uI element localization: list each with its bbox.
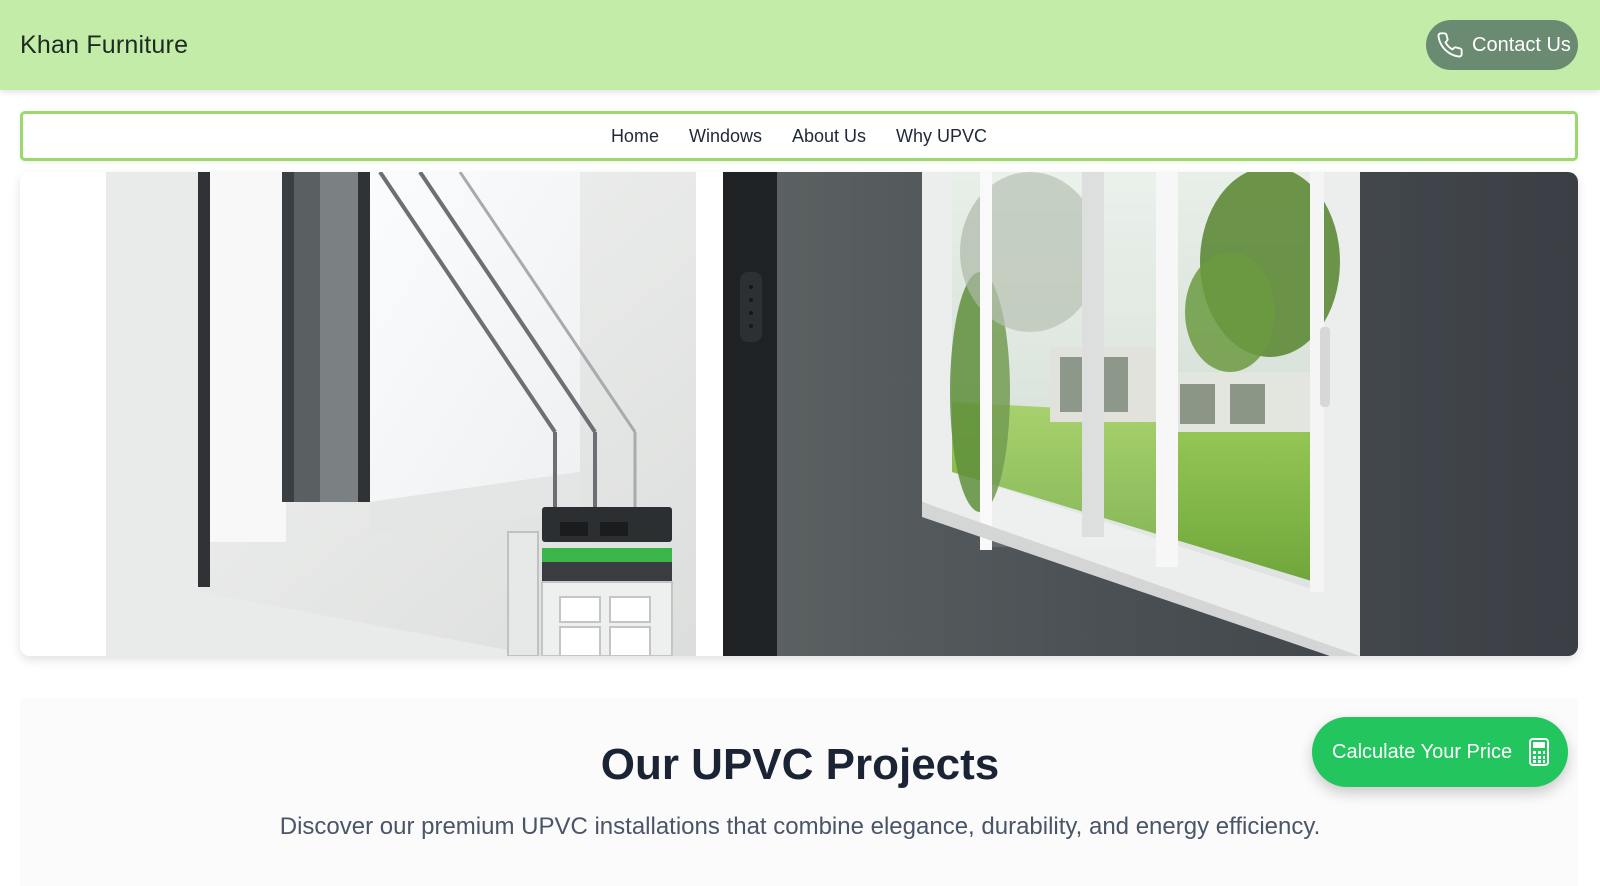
contact-us-label: Contact Us xyxy=(1472,33,1571,56)
projects-subtitle: Discover our premium UPVC installations … xyxy=(279,813,1321,840)
nav-link-home[interactable]: Home xyxy=(611,126,659,147)
calculate-price-button[interactable]: Calculate Your Price xyxy=(1312,717,1568,787)
nav-link-windows[interactable]: Windows xyxy=(689,126,762,147)
calculator-icon xyxy=(1528,738,1550,766)
upvc-profile-image xyxy=(20,172,723,656)
contact-us-button[interactable]: Contact Us xyxy=(1426,20,1578,70)
brand-name[interactable]: Khan Furniture xyxy=(20,31,188,60)
nav-link-about-us[interactable]: About Us xyxy=(792,126,866,147)
sliding-window-image xyxy=(723,172,1578,656)
calculate-price-label: Calculate Your Price xyxy=(1332,740,1513,763)
phone-icon xyxy=(1436,31,1464,59)
hero-banner xyxy=(20,172,1578,656)
top-header: Khan Furniture Contact Us xyxy=(0,0,1600,90)
nav-link-why-upvc[interactable]: Why UPVC xyxy=(896,126,987,147)
main-navigation: Home Windows About Us Why UPVC xyxy=(20,111,1578,161)
